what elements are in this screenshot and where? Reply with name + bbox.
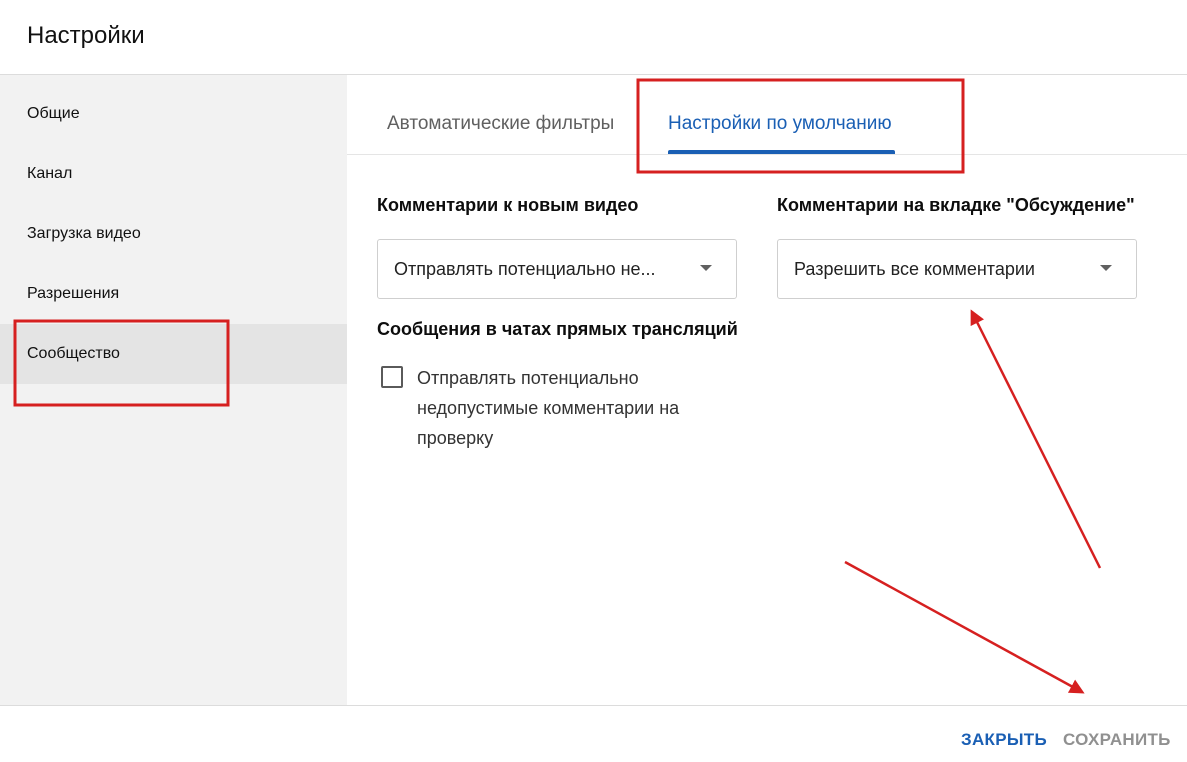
save-button[interactable]: СОХРАНИТЬ [1063, 730, 1171, 750]
active-tab-indicator [668, 150, 895, 154]
tab-auto-filters[interactable]: Автоматические фильтры [387, 113, 614, 135]
sidebar-item-general[interactable]: Общие [0, 84, 347, 144]
new-video-comments-value: Отправлять потенциально не... [394, 259, 656, 279]
tab-defaults[interactable]: Настройки по умолчанию [668, 113, 892, 135]
live-chat-review-checkbox[interactable] [381, 366, 403, 388]
close-button[interactable]: ЗАКРЫТЬ [961, 730, 1047, 750]
new-video-comments-label: Комментарии к новым видео [377, 195, 639, 215]
dropdown-caret-icon [700, 265, 712, 271]
tab-bar: Автоматические фильтры Настройки по умол… [347, 75, 1187, 155]
dialog-header: Настройки [0, 0, 1187, 75]
new-video-comments-select[interactable]: Отправлять потенциально не... [377, 239, 737, 299]
discussion-comments-value: Разрешить все комментарии [794, 259, 1035, 279]
settings-sidebar: Общие Канал Загрузка видео Разрешения Со… [0, 75, 347, 705]
page-title: Настройки [27, 22, 145, 49]
sidebar-item-upload[interactable]: Загрузка видео [0, 204, 347, 264]
live-chat-review-checkbox-label[interactable]: Отправлять потенциально недопустимые ком… [417, 363, 717, 453]
sidebar-item-channel[interactable]: Канал [0, 144, 347, 204]
dialog-footer: ЗАКРЫТЬ СОХРАНИТЬ [0, 705, 1187, 762]
discussion-comments-label: Комментарии на вкладке "Обсуждение" [777, 195, 1135, 215]
sidebar-item-community[interactable]: Сообщество [0, 324, 347, 384]
dropdown-caret-icon [1100, 265, 1112, 271]
main-panel: Автоматические фильтры Настройки по умол… [347, 75, 1187, 705]
sidebar-item-permissions[interactable]: Разрешения [0, 264, 347, 324]
live-chat-label: Сообщения в чатах прямых трансляций [377, 319, 738, 339]
discussion-comments-select[interactable]: Разрешить все комментарии [777, 239, 1137, 299]
